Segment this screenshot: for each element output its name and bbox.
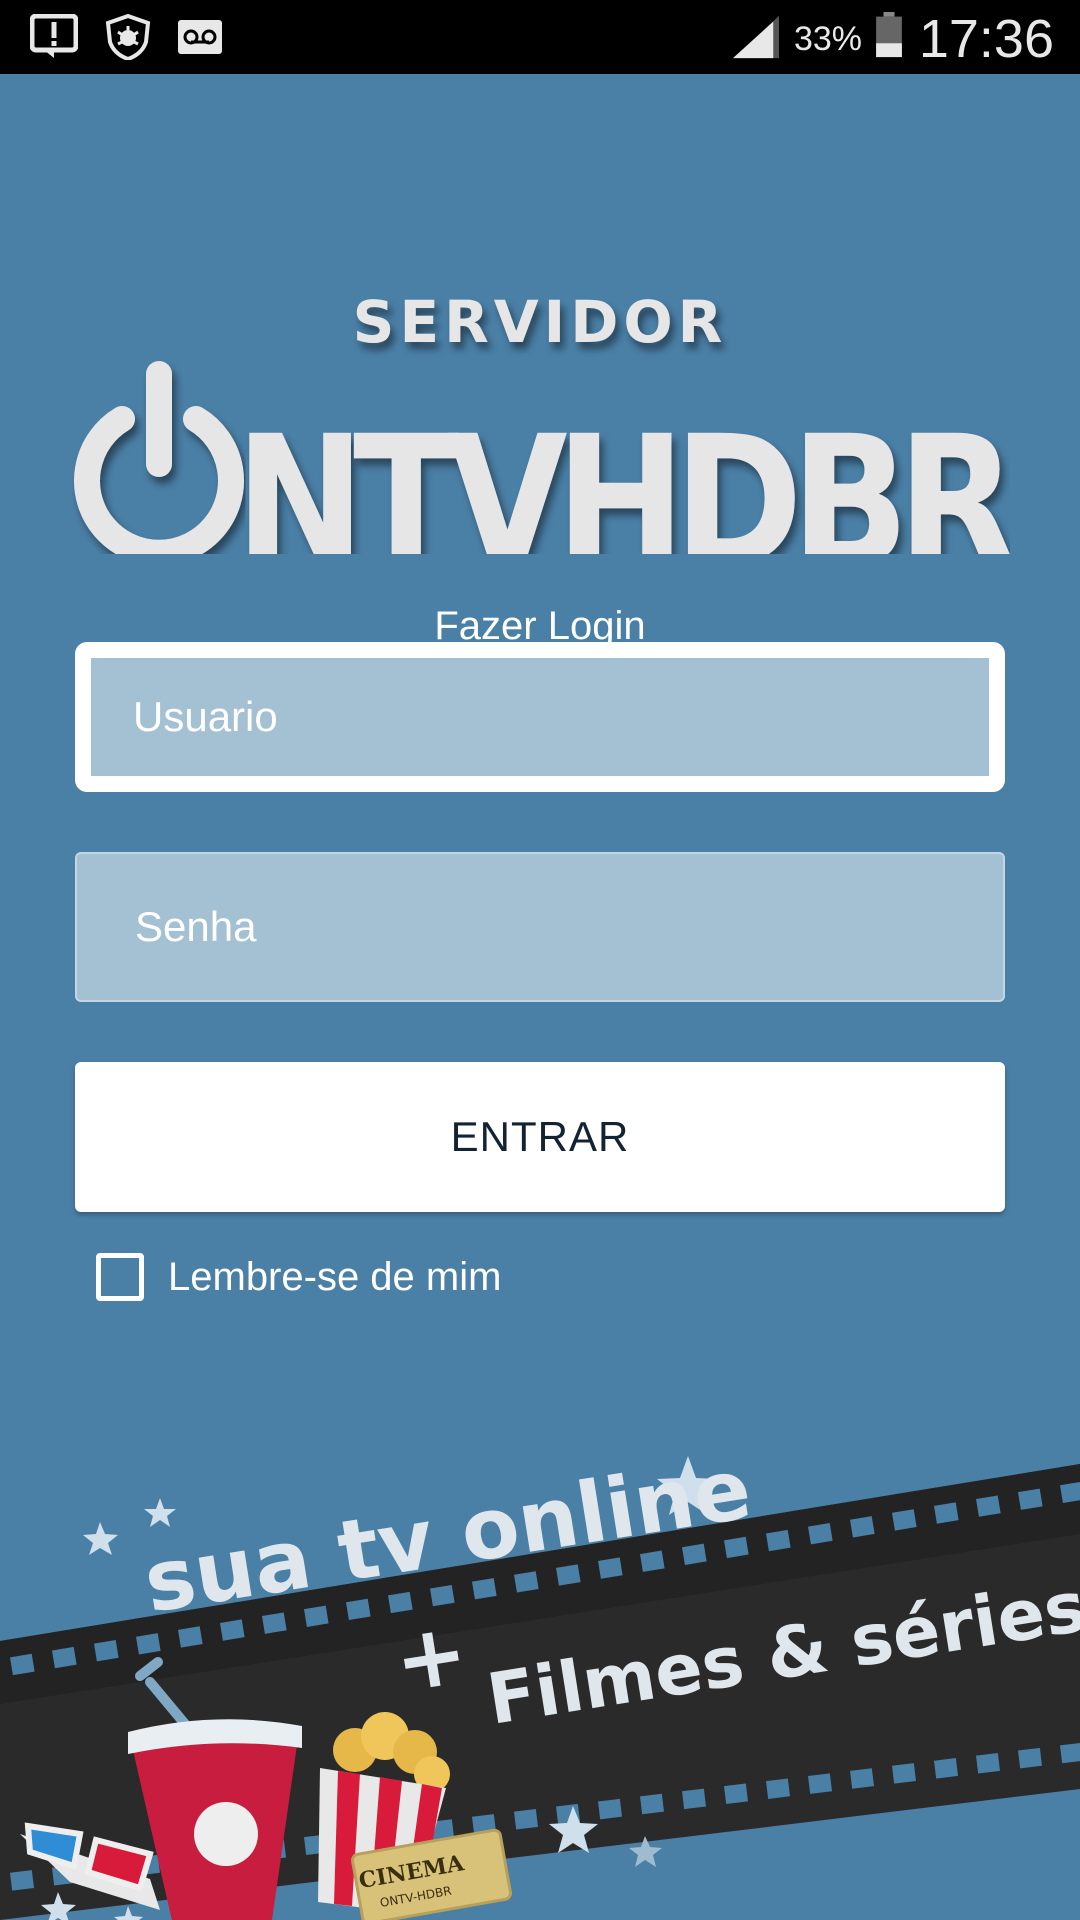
shield-icon bbox=[105, 14, 151, 60]
password-input[interactable] bbox=[77, 854, 1003, 1000]
film-perforation bbox=[136, 1633, 161, 1655]
film-perforation bbox=[9, 1653, 35, 1676]
film-perforation bbox=[177, 1626, 203, 1648]
film-perforation bbox=[220, 1619, 245, 1641]
username-input[interactable] bbox=[91, 658, 989, 776]
alert-icon bbox=[30, 14, 78, 58]
film-perforation bbox=[345, 1598, 371, 1621]
film-perforation bbox=[556, 1564, 581, 1586]
film-perforation bbox=[808, 1523, 833, 1545]
film-perforation bbox=[850, 1516, 875, 1538]
film-perforation bbox=[1060, 1481, 1080, 1504]
film-perforation bbox=[934, 1502, 959, 1524]
promo-banner: sua tv online + Filmes & séries CINEMA O… bbox=[0, 1439, 1080, 1920]
logo-brand-text: NTVHDBR bbox=[235, 398, 1010, 554]
film-perforation bbox=[766, 1778, 791, 1799]
remember-checkbox[interactable] bbox=[96, 1253, 144, 1301]
film-perforation bbox=[472, 1578, 497, 1600]
film-perforation bbox=[262, 1612, 287, 1634]
film-perforation bbox=[93, 1640, 119, 1662]
status-bar: 33% 17:36 bbox=[0, 0, 1080, 74]
enter-button[interactable]: ENTRAR bbox=[75, 1062, 1005, 1212]
app-screen: SERVIDOR NTVHDBR Fazer Login ENTRAR Lemb… bbox=[0, 74, 1080, 1920]
film-perforation bbox=[640, 1793, 665, 1815]
remember-me[interactable]: Lembre-se de mim bbox=[96, 1249, 501, 1305]
film-perforation bbox=[724, 1783, 749, 1805]
star-icon bbox=[114, 1906, 143, 1920]
film-perforation bbox=[808, 1773, 833, 1794]
film-perforation bbox=[1060, 1742, 1080, 1764]
film-perforation bbox=[52, 1646, 77, 1669]
battery-icon bbox=[876, 12, 902, 58]
power-icon bbox=[74, 361, 244, 554]
film-perforation bbox=[934, 1758, 959, 1779]
film-perforation bbox=[1017, 1747, 1043, 1769]
logo-top-text: SERVIDOR bbox=[353, 288, 728, 356]
username-field[interactable] bbox=[75, 642, 1005, 792]
film-perforation bbox=[976, 1495, 1001, 1517]
voicemail-icon bbox=[178, 20, 222, 54]
password-field[interactable] bbox=[75, 852, 1005, 1002]
film-perforation bbox=[9, 1870, 35, 1891]
film-perforation bbox=[766, 1529, 791, 1552]
film-perforation bbox=[303, 1605, 329, 1627]
film-perforation bbox=[892, 1763, 917, 1784]
remember-label: Lembre-se de mim bbox=[168, 1254, 502, 1299]
film-perforation bbox=[682, 1788, 707, 1810]
film-perforation bbox=[1018, 1488, 1043, 1510]
star-icon bbox=[144, 1498, 176, 1527]
film-perforation bbox=[598, 1798, 623, 1820]
star-icon bbox=[83, 1522, 118, 1555]
film-perforation bbox=[514, 1571, 539, 1593]
film-perforation bbox=[892, 1509, 917, 1531]
film-perforation bbox=[514, 1809, 539, 1830]
battery-percent: 33% bbox=[793, 20, 862, 58]
signal-icon bbox=[733, 15, 779, 59]
film-perforation bbox=[850, 1768, 875, 1789]
clock: 17:36 bbox=[918, 9, 1054, 69]
film-perforation bbox=[976, 1752, 1001, 1774]
brand-logo: SERVIDOR NTVHDBR bbox=[74, 288, 1010, 554]
